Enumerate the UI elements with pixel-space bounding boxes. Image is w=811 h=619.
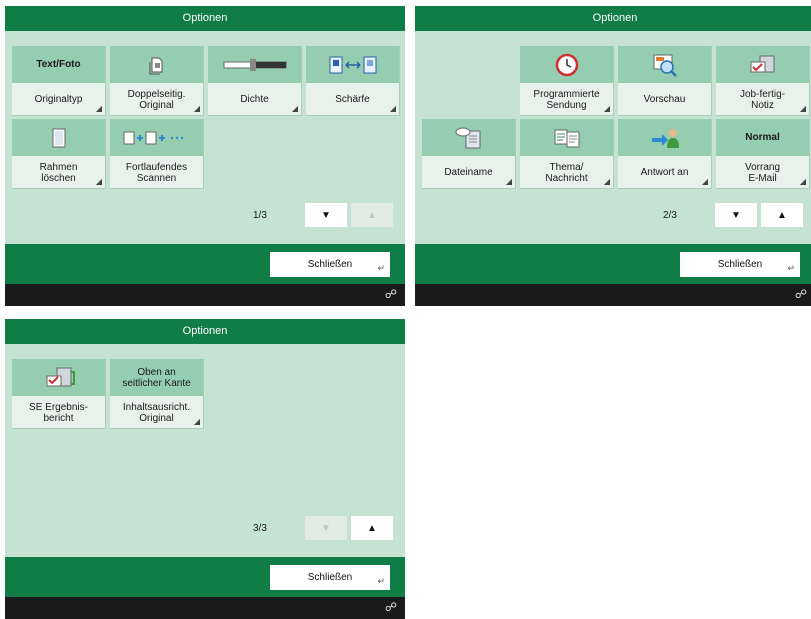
thema-nachricht-button[interactable]: Thema/ Nachricht ◢ bbox=[520, 119, 614, 189]
programmierte-sendung-button[interactable]: Programmierte Sendung ◢ bbox=[520, 46, 614, 116]
button-label: Vorschau bbox=[643, 94, 686, 105]
return-arrow-icon: ↵ bbox=[377, 576, 385, 586]
arrow-up-icon: ▲ bbox=[367, 209, 377, 221]
corner-arrow-icon: ◢ bbox=[603, 104, 610, 113]
file-name-icon bbox=[422, 119, 515, 156]
corner-arrow-icon: ◢ bbox=[95, 104, 102, 113]
button-label: Thema/ Nachricht bbox=[545, 161, 588, 184]
vorrang-email-button[interactable]: Normal Vorrang E-Mail ◢ bbox=[716, 119, 810, 189]
return-arrow-icon: ↵ bbox=[377, 263, 385, 273]
erase-frame-icon bbox=[12, 119, 105, 156]
panel-title: Optionen bbox=[415, 6, 811, 31]
subject-message-icon bbox=[520, 119, 613, 156]
vorschau-button[interactable]: Vorschau bbox=[618, 46, 712, 116]
orientation-value: Oben an seitlicher Kante bbox=[110, 359, 203, 396]
arrow-up-icon: ▲ bbox=[367, 522, 377, 534]
corner-arrow-icon: ◢ bbox=[193, 104, 200, 113]
arrow-up-icon: ▲ bbox=[777, 209, 787, 221]
density-slider-icon bbox=[208, 46, 301, 83]
rahmen-loeschen-button[interactable]: Rahmen löschen ◢ bbox=[12, 119, 106, 189]
page-indicator: 3/3 bbox=[253, 523, 267, 534]
inhaltsausrichtung-original-button[interactable]: Oben an seitlicher Kante Inhaltsausricht… bbox=[110, 359, 204, 429]
corner-arrow-icon: ◢ bbox=[291, 104, 298, 113]
doppelseitig-original-button[interactable]: Doppelseitig. Original ◢ bbox=[110, 46, 204, 116]
status-monitor-icon[interactable]: ☍ bbox=[795, 287, 807, 301]
two-sided-original-icon bbox=[110, 46, 203, 83]
button-label: Schärfe bbox=[335, 94, 370, 105]
page-down-button[interactable]: ▼ bbox=[715, 203, 757, 227]
antwort-an-button[interactable]: Antwort an ◢ bbox=[618, 119, 712, 189]
fortlaufendes-scannen-button[interactable]: Fortlaufendes Scannen bbox=[110, 119, 204, 189]
status-bar: ☍ bbox=[5, 597, 405, 619]
job-fertig-notiz-button[interactable]: Job-fertig- Notiz ◢ bbox=[716, 46, 810, 116]
button-label: Vorrang E-Mail bbox=[744, 161, 781, 184]
options-panel-page-1: Optionen Text/Foto Originaltyp ◢ Doppels… bbox=[5, 6, 405, 306]
schaerfe-button[interactable]: Schärfe ◢ bbox=[306, 46, 400, 116]
page-indicator: 2/3 bbox=[663, 210, 677, 221]
sharpness-icon bbox=[306, 46, 399, 83]
originaltyp-button[interactable]: Text/Foto Originaltyp ◢ bbox=[12, 46, 106, 116]
corner-arrow-icon: ◢ bbox=[193, 417, 200, 426]
page-down-button[interactable]: ▼ bbox=[305, 203, 347, 227]
corner-arrow-icon: ◢ bbox=[701, 177, 708, 186]
button-label: Job-fertig- Notiz bbox=[739, 88, 785, 111]
corner-arrow-icon: ◢ bbox=[389, 104, 396, 113]
button-label: Fortlaufendes Scannen bbox=[125, 161, 188, 184]
button-label: Antwort an bbox=[640, 167, 689, 178]
status-monitor-icon[interactable]: ☍ bbox=[385, 287, 397, 301]
panel-title: Optionen bbox=[5, 6, 405, 31]
close-button[interactable]: Schließen ↵ bbox=[270, 252, 390, 277]
footer-bar: Schließen ↵ bbox=[415, 244, 811, 284]
corner-arrow-icon: ◢ bbox=[95, 177, 102, 186]
se-ergebnisbericht-button[interactable]: SE Ergebnis- bericht bbox=[12, 359, 106, 429]
button-label: Programmierte Sendung bbox=[533, 88, 600, 111]
page-down-button: ▼ bbox=[305, 516, 347, 540]
dateiname-button[interactable]: Dateiname ◢ bbox=[422, 119, 516, 189]
close-label: Schließen bbox=[717, 259, 763, 270]
button-label: Dateiname bbox=[444, 167, 493, 178]
dichte-button[interactable]: Dichte ◢ bbox=[208, 46, 302, 116]
button-label: SE Ergebnis- bericht bbox=[29, 401, 88, 424]
button-label: Doppelseitig. Original bbox=[127, 88, 186, 111]
page-up-button[interactable]: ▲ bbox=[351, 516, 393, 540]
clock-icon bbox=[520, 46, 613, 83]
page-up-button[interactable]: ▲ bbox=[761, 203, 803, 227]
close-label: Schließen bbox=[307, 572, 353, 583]
job-done-notice-icon bbox=[716, 46, 809, 83]
close-button[interactable]: Schließen ↵ bbox=[270, 565, 390, 590]
close-label: Schließen bbox=[307, 259, 353, 270]
button-label: Inhaltsausricht. Original bbox=[122, 401, 191, 424]
preview-icon bbox=[618, 46, 711, 83]
arrow-down-icon: ▼ bbox=[321, 209, 331, 221]
button-label: Rahmen löschen bbox=[39, 161, 78, 184]
corner-arrow-icon: ◢ bbox=[799, 177, 806, 186]
footer-bar: Schließen ↵ bbox=[5, 244, 405, 284]
page-indicator: 1/3 bbox=[253, 210, 267, 221]
continuous-scan-icon bbox=[110, 119, 203, 156]
status-bar: ☍ bbox=[5, 284, 405, 306]
tx-report-icon bbox=[12, 359, 105, 396]
reply-to-icon bbox=[618, 119, 711, 156]
panel-title: Optionen bbox=[5, 319, 405, 344]
status-bar: ☍ bbox=[415, 284, 811, 306]
arrow-down-icon: ▼ bbox=[321, 522, 331, 534]
footer-bar: Schließen ↵ bbox=[5, 557, 405, 597]
arrow-down-icon: ▼ bbox=[731, 209, 741, 221]
originaltyp-value: Text/Foto bbox=[12, 46, 105, 83]
page-up-button: ▲ bbox=[351, 203, 393, 227]
button-label: Originaltyp bbox=[34, 94, 83, 105]
options-panel-page-3: Optionen SE Ergebnis- bericht Oben an se… bbox=[5, 319, 405, 619]
options-panel-page-2: Optionen Programmierte Sendung ◢ Vorscha… bbox=[415, 6, 811, 306]
button-label: Dichte bbox=[240, 94, 269, 105]
return-arrow-icon: ↵ bbox=[787, 263, 795, 273]
close-button[interactable]: Schließen ↵ bbox=[680, 252, 800, 277]
corner-arrow-icon: ◢ bbox=[603, 177, 610, 186]
priority-value: Normal bbox=[716, 119, 809, 156]
corner-arrow-icon: ◢ bbox=[799, 104, 806, 113]
corner-arrow-icon: ◢ bbox=[505, 177, 512, 186]
status-monitor-icon[interactable]: ☍ bbox=[385, 600, 397, 614]
